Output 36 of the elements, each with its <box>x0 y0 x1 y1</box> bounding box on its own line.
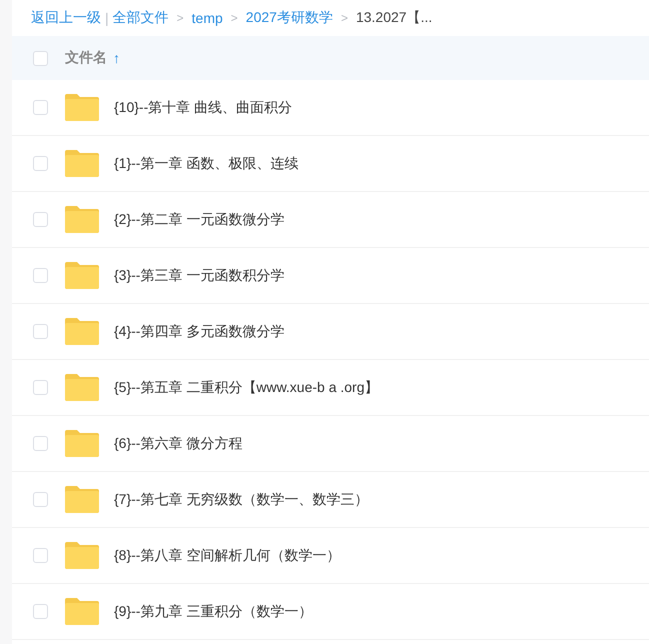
folder-icon <box>65 374 99 401</box>
file-name[interactable]: {4}--第四章 多元函数微分学 <box>114 322 284 340</box>
row-checkbox[interactable] <box>33 212 48 227</box>
folder-icon <box>65 262 99 289</box>
file-name[interactable]: {2}--第二章 一元函数微分学 <box>114 210 284 228</box>
folder-icon <box>65 598 99 625</box>
separator: | <box>105 10 109 26</box>
folder-icon <box>65 206 99 233</box>
row-checkbox[interactable] <box>33 492 48 507</box>
breadcrumb-item[interactable]: 13.2027【... <box>356 9 432 27</box>
row-checkbox[interactable] <box>33 380 48 395</box>
row-checkbox[interactable] <box>33 156 48 171</box>
select-all-checkbox[interactable] <box>33 50 48 66</box>
file-name[interactable]: {1}--第一章 函数、极限、连续 <box>114 154 298 172</box>
folder-icon <box>65 542 99 569</box>
folder-icon <box>65 150 99 177</box>
breadcrumb-arrow: > <box>340 11 348 25</box>
file-name[interactable]: {10}--第十章 曲线、曲面积分 <box>114 98 292 116</box>
folder-icon <box>65 318 99 345</box>
row-checkbox[interactable] <box>33 548 48 563</box>
row-checkbox[interactable] <box>33 604 48 619</box>
file-name[interactable]: {6}--第六章 微分方程 <box>114 434 242 452</box>
breadcrumb-arrow: > <box>230 11 238 25</box>
folder-icon <box>65 430 99 457</box>
row-checkbox[interactable] <box>33 268 48 283</box>
row-checkbox[interactable] <box>33 436 48 451</box>
file-name[interactable]: {5}--第五章 二重积分【www.xue-b a .org】 <box>114 378 379 396</box>
folder-icon <box>65 94 99 121</box>
file-name[interactable]: {9}--第九章 三重积分（数学一） <box>114 602 312 620</box>
file-name[interactable]: {8}--第八章 空间解析几何（数学一） <box>114 546 340 564</box>
row-checkbox[interactable] <box>33 100 48 115</box>
file-name[interactable]: {7}--第七章 无穷级数（数学一、数学三） <box>114 490 368 508</box>
breadcrumb-arrow: > <box>176 11 184 25</box>
row-checkbox[interactable] <box>33 324 48 339</box>
file-name[interactable]: {3}--第三章 一元函数积分学 <box>114 266 284 284</box>
folder-icon <box>65 486 99 513</box>
